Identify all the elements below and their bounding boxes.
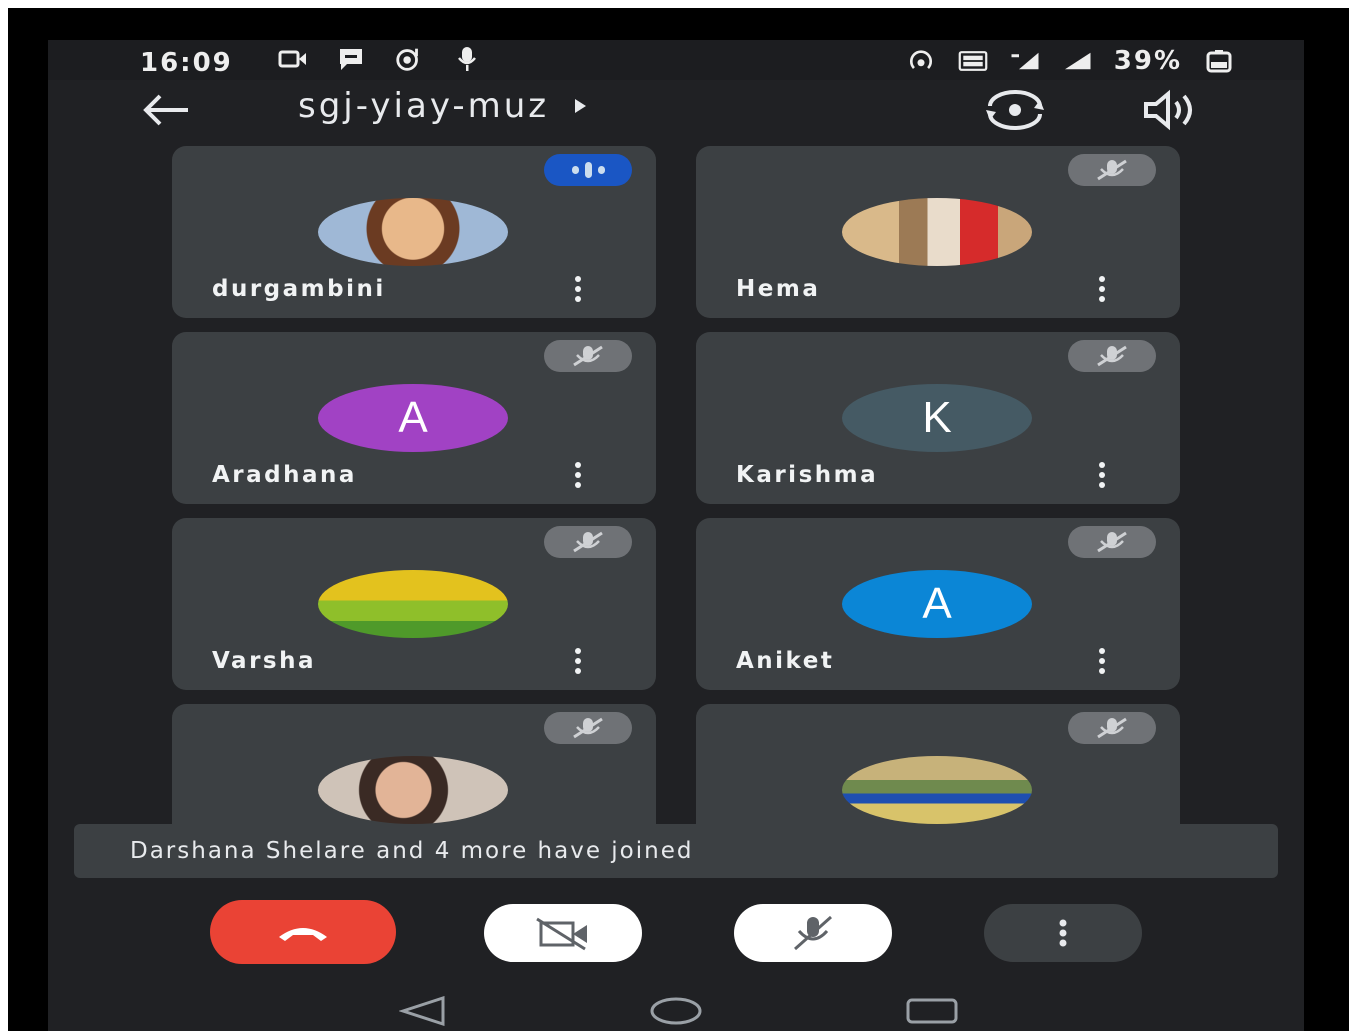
hang-up-icon xyxy=(279,928,327,941)
participant-grid: durgambini Hema A Aradhana K Karishma Va… xyxy=(48,142,1304,824)
battery-percentage: 39% xyxy=(1113,46,1182,76)
participant-tile[interactable]: A Aniket xyxy=(696,518,1180,690)
participant-tile[interactable] xyxy=(172,704,656,824)
volte-icon xyxy=(958,48,988,74)
status-bar: 16:09 39% xyxy=(48,40,1304,80)
camera-off-icon xyxy=(536,917,587,951)
mic-off-icon xyxy=(1068,340,1156,372)
screen-frame-top xyxy=(0,0,1349,8)
speaker-button[interactable] xyxy=(1138,86,1208,134)
tile-menu-icon[interactable] xyxy=(568,276,588,302)
avatar: A xyxy=(318,384,508,452)
switch-camera-button[interactable] xyxy=(978,86,1052,134)
avatar xyxy=(842,756,1032,824)
screen-frame-left xyxy=(0,0,8,1031)
mic-off-icon xyxy=(544,526,632,558)
video-cam-icon xyxy=(278,46,308,72)
tile-menu-icon[interactable] xyxy=(568,462,588,488)
participant-name: Hema xyxy=(736,276,821,302)
nav-recents-icon xyxy=(906,998,958,1024)
nav-home-button[interactable] xyxy=(648,993,704,1029)
speaker-icon xyxy=(1144,89,1192,131)
mic-off-icon xyxy=(794,915,832,951)
music-disc-icon xyxy=(394,46,424,72)
signal-icon xyxy=(1062,48,1092,74)
call-controls xyxy=(48,878,1304,991)
participant-name: Varsha xyxy=(212,648,316,674)
tile-menu-icon[interactable] xyxy=(1092,276,1112,302)
tile-menu-icon[interactable] xyxy=(568,648,588,674)
participant-name: Aniket xyxy=(736,648,835,674)
mic-toggle-button[interactable] xyxy=(734,904,892,962)
participant-tile[interactable]: A Aradhana xyxy=(172,332,656,504)
microphone-icon xyxy=(452,46,482,72)
switch-camera-icon xyxy=(986,90,1044,130)
hotspot-icon xyxy=(906,48,936,74)
speaking-indicator-icon xyxy=(544,154,632,186)
mic-off-icon xyxy=(1068,712,1156,744)
join-notification-toast: Darshana Shelare and 4 more have joined xyxy=(74,824,1278,878)
avatar: K xyxy=(842,384,1032,452)
mic-off-icon xyxy=(1068,526,1156,558)
android-nav-bar xyxy=(48,991,1304,1031)
status-icons-right: 39% xyxy=(906,46,1234,76)
avatar xyxy=(318,756,508,824)
participant-name: Aradhana xyxy=(212,462,357,488)
nav-recents-button[interactable] xyxy=(904,993,960,1029)
avatar xyxy=(842,198,1032,266)
meeting-toolbar: sgj-yiay-muz xyxy=(48,80,1304,142)
participant-tile[interactable]: K Karishma xyxy=(696,332,1180,504)
participant-tile[interactable] xyxy=(696,704,1180,824)
participant-tile[interactable]: Varsha xyxy=(172,518,656,690)
avatar: A xyxy=(842,570,1032,638)
nav-back-icon xyxy=(399,996,445,1026)
more-vert-icon xyxy=(1059,919,1067,947)
back-arrow-icon xyxy=(143,94,188,126)
tile-menu-icon[interactable] xyxy=(1092,648,1112,674)
meeting-title[interactable]: sgj-yiay-muz xyxy=(298,86,587,126)
camera-toggle-button[interactable] xyxy=(484,904,642,962)
participant-name: durgambini xyxy=(212,276,386,302)
avatar xyxy=(318,198,508,266)
participant-name: Karishma xyxy=(736,462,879,488)
avatar xyxy=(318,570,508,638)
chat-bubble-icon xyxy=(336,46,366,72)
mic-off-icon xyxy=(1068,154,1156,186)
status-time: 16:09 xyxy=(140,48,233,78)
status-icons-left xyxy=(278,46,482,72)
toast-message: Darshana Shelare and 4 more have joined xyxy=(130,838,694,864)
nav-home-icon xyxy=(650,997,702,1025)
expand-arrow-icon xyxy=(575,99,587,113)
tile-menu-icon[interactable] xyxy=(1092,462,1112,488)
more-options-button[interactable] xyxy=(984,904,1142,962)
signal-4g-icon xyxy=(1010,48,1040,74)
back-button[interactable] xyxy=(136,88,196,132)
participant-tile[interactable]: Hema xyxy=(696,146,1180,318)
nav-back-button[interactable] xyxy=(396,993,452,1029)
mic-off-icon xyxy=(544,712,632,744)
participant-tile[interactable]: durgambini xyxy=(172,146,656,318)
mic-off-icon xyxy=(544,340,632,372)
meeting-code: sgj-yiay-muz xyxy=(298,86,550,126)
end-call-button[interactable] xyxy=(210,900,396,964)
battery-icon xyxy=(1204,48,1234,74)
